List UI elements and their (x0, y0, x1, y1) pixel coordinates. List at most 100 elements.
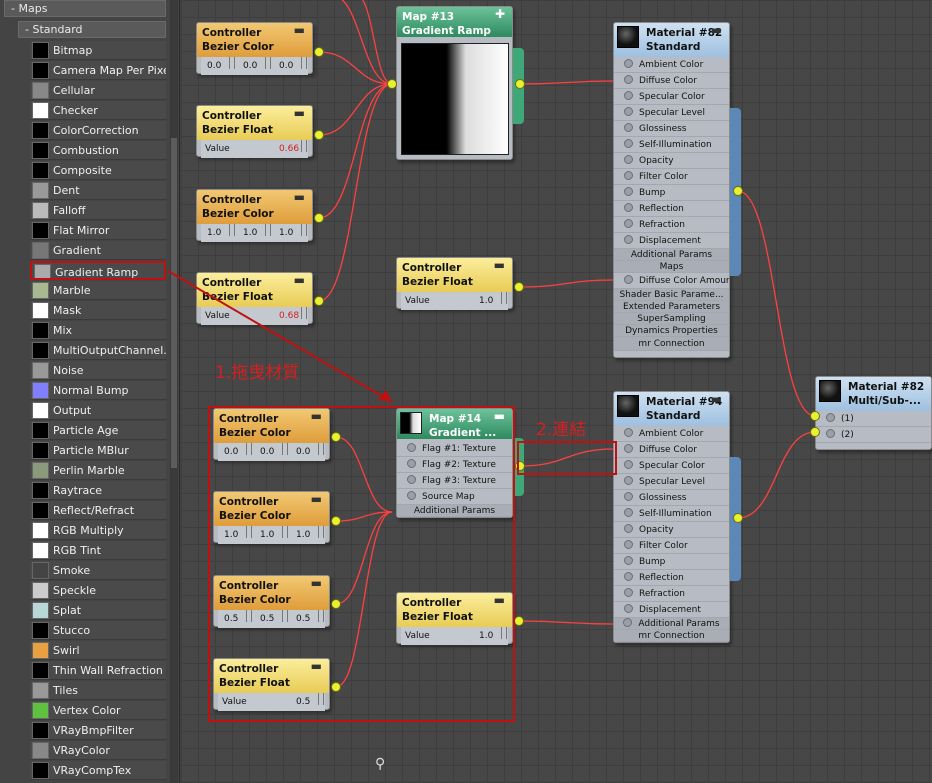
input-socket[interactable] (624, 572, 633, 581)
node-header[interactable]: Controller Bezier Color ▬ (197, 190, 312, 224)
map-13-node[interactable]: Map #13 Gradient Ramp ✚ (396, 6, 513, 160)
map-item[interactable]: RGB Tint (30, 541, 166, 560)
material-slot[interactable]: Self-Illumination (614, 137, 729, 153)
node-header[interactable]: Material #94 Standard ▬ (614, 392, 729, 426)
input-socket[interactable] (624, 91, 633, 100)
mr-connection-rollout[interactable]: mr Connection (614, 337, 729, 351)
material-slot[interactable]: Diffuse Color (614, 73, 729, 89)
standard-group-header[interactable]: - Standard (18, 21, 166, 38)
scrollbar-thumb[interactable] (171, 138, 177, 468)
spinner-icon[interactable] (301, 224, 307, 236)
node-header[interactable]: Controller Bezier Float ▬ (397, 258, 512, 292)
wire[interactable] (331, 0, 393, 85)
material-slot[interactable]: Ambient Color (614, 57, 729, 73)
float-value-row[interactable]: Value 0.68 (201, 307, 308, 325)
spinner-icon[interactable] (265, 224, 271, 236)
map-item[interactable]: Particle Age (30, 421, 166, 440)
material-82-node[interactable]: Material #82 Standard ▬ Ambient Color Dif… (613, 22, 730, 358)
output-socket[interactable] (314, 130, 324, 140)
material-slot[interactable]: Specular Color (614, 458, 729, 474)
input-socket[interactable] (624, 588, 633, 597)
binoculars-icon[interactable]: ⚲ (375, 756, 393, 772)
float-value-row[interactable]: Value 1.0 (401, 292, 508, 310)
map-item[interactable]: Mix (30, 321, 166, 340)
map-item[interactable]: Vertex Color (30, 701, 166, 720)
slot-2[interactable]: (2) (816, 427, 931, 443)
input-socket[interactable] (624, 219, 633, 228)
map-item[interactable]: MultiOutputChannel... (30, 341, 166, 360)
material-slot[interactable]: Opacity (614, 522, 729, 538)
map-item[interactable]: VRayBmpFilter (30, 721, 166, 740)
controller-node-1[interactable]: Controller Bezier Color ▬ 0.0 0.0 0.0 (196, 22, 313, 75)
input-socket[interactable] (810, 411, 820, 421)
map-item[interactable]: Gradient Ramp (30, 261, 166, 280)
material-94-node[interactable]: Material #94 Standard ▬ Ambient Color Dif… (613, 391, 730, 643)
input-socket[interactable] (624, 155, 633, 164)
material-slot[interactable]: Refraction (614, 586, 729, 602)
map-item[interactable]: Perlin Marble (30, 461, 166, 480)
material-slot[interactable]: Self-Illumination (614, 506, 729, 522)
material-slot[interactable]: Glossiness (614, 121, 729, 137)
input-socket[interactable] (623, 618, 633, 627)
value-b[interactable]: 0.0 (279, 57, 293, 75)
slot-1[interactable]: (1) (816, 411, 931, 427)
output-socket[interactable] (314, 47, 324, 57)
wire[interactable] (518, 620, 615, 625)
map-item[interactable]: Thin Wall Refraction (30, 661, 166, 680)
input-socket[interactable] (624, 476, 633, 485)
value-r[interactable]: 1.0 (207, 224, 221, 242)
value-field[interactable]: 0.66 (279, 140, 299, 158)
wire[interactable] (519, 80, 615, 85)
dynamics-rollout[interactable]: Dynamics Properties (614, 325, 729, 337)
controller-node-4[interactable]: Controller Bezier Float ▬ Value 0.68 (196, 272, 313, 325)
color-values[interactable]: 0.0 0.0 0.0 (201, 57, 308, 75)
map-item[interactable]: Stucco (30, 621, 166, 640)
map-item[interactable]: Reflect/Refract (30, 501, 166, 520)
material-slot[interactable]: Glossiness (614, 490, 729, 506)
wire[interactable] (737, 190, 816, 417)
minimize-icon[interactable]: ▬ (294, 106, 305, 120)
map-item[interactable]: Smoke (30, 561, 166, 580)
node-header[interactable]: Material #82 Multi/Sub-... (816, 377, 931, 411)
map-item[interactable]: Mask (30, 301, 166, 320)
input-socket[interactable] (624, 139, 633, 148)
slate-node-view[interactable]: Controller Bezier Color ▬ 0.0 0.0 0.0 Co… (181, 0, 932, 783)
input-socket[interactable] (624, 107, 633, 116)
value-field[interactable]: 1.0 (479, 292, 493, 310)
additional-params-rollout[interactable]: Additional Params (614, 249, 729, 261)
map-item[interactable]: Bitmap (30, 41, 166, 60)
extended-params-rollout[interactable]: Extended Parameters (614, 301, 729, 313)
wire[interactable] (518, 279, 615, 288)
supersampling-rollout[interactable]: SuperSampling (614, 313, 729, 325)
value-g[interactable]: 1.0 (243, 224, 257, 242)
input-socket[interactable] (826, 429, 835, 438)
input-socket[interactable] (624, 524, 633, 533)
material-slot[interactable]: Ambient Color (614, 426, 729, 442)
input-socket[interactable] (624, 275, 633, 284)
output-socket[interactable] (514, 282, 524, 292)
map-item[interactable]: Falloff (30, 201, 166, 220)
input-socket[interactable] (624, 75, 633, 84)
output-socket[interactable] (514, 616, 524, 626)
input-socket[interactable] (387, 79, 397, 89)
wire[interactable] (318, 83, 393, 302)
map-item[interactable]: Raytrace (30, 481, 166, 500)
node-header[interactable]: Controller Bezier Color ▬ (197, 23, 312, 57)
node-header[interactable]: Map #13 Gradient Ramp ✚ (397, 7, 512, 37)
map-item[interactable]: Flat Mirror (30, 221, 166, 240)
input-socket[interactable] (624, 123, 633, 132)
map-item[interactable]: Particle MBlur (30, 441, 166, 460)
material-slot[interactable]: Displacement (614, 233, 729, 249)
spinner-icon[interactable] (501, 292, 507, 304)
node-header[interactable]: Material #82 Standard ▬ (614, 23, 729, 57)
maps-rollout[interactable]: Maps (614, 261, 729, 273)
map-item[interactable]: Output (30, 401, 166, 420)
value-b[interactable]: 1.0 (279, 224, 293, 242)
value-g[interactable]: 0.0 (243, 57, 257, 75)
input-socket[interactable] (624, 460, 633, 469)
map-item[interactable]: VRayColor (30, 741, 166, 760)
expand-icon[interactable]: ✚ (495, 7, 505, 21)
map-item[interactable]: Marble (30, 281, 166, 300)
map-item[interactable]: Checker (30, 101, 166, 120)
output-socket[interactable] (314, 296, 324, 306)
